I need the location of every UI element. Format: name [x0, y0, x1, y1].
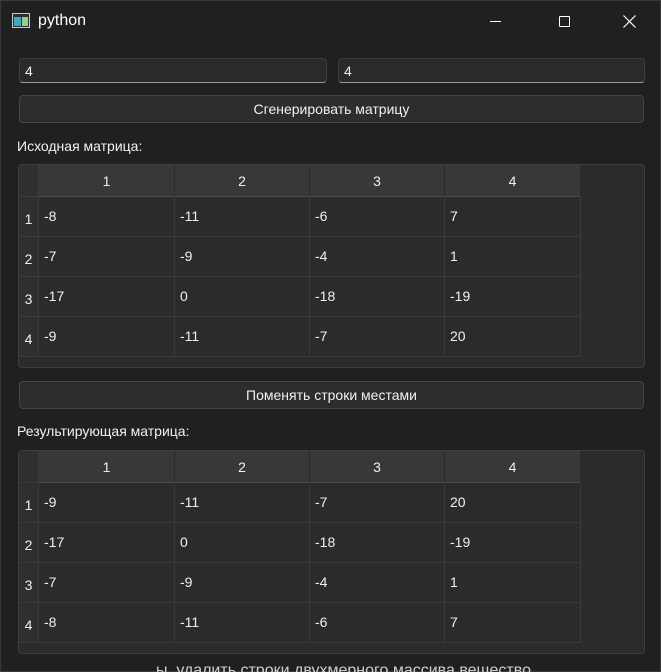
row-header[interactable]: 3 [19, 277, 39, 317]
table-cell[interactable]: -7 [310, 317, 445, 357]
table-cell[interactable]: -11 [175, 483, 310, 523]
title-bar[interactable]: python [1, 1, 660, 41]
table-cell[interactable]: -11 [175, 197, 310, 237]
python-app-icon [12, 13, 30, 28]
table-cell[interactable]: 0 [175, 523, 310, 563]
close-button[interactable] [606, 1, 652, 41]
column-header[interactable]: 4 [445, 451, 581, 483]
maximize-button[interactable] [541, 1, 587, 41]
table-cell[interactable]: -8 [39, 603, 175, 643]
row-header[interactable]: 1 [19, 483, 39, 523]
app-window: python 4 4 Сгенерировать матрицу Исходна… [0, 0, 661, 672]
table-cell[interactable]: -17 [39, 523, 175, 563]
table-cell[interactable]: 7 [445, 603, 581, 643]
minimize-icon [489, 20, 501, 22]
column-header[interactable]: 1 [39, 165, 175, 197]
column-header[interactable]: 1 [39, 451, 175, 483]
table-cell[interactable]: -9 [39, 483, 175, 523]
table-corner[interactable] [19, 165, 39, 197]
row-header[interactable]: 1 [19, 197, 39, 237]
window-title: python [38, 12, 87, 29]
table-cell[interactable]: -7 [39, 563, 175, 603]
rows-input[interactable]: 4 [19, 58, 327, 83]
row-header[interactable]: 4 [19, 603, 39, 643]
table-cell[interactable]: -11 [175, 603, 310, 643]
result-matrix-label: Результирующая матрица: [17, 423, 190, 439]
close-icon [622, 14, 636, 28]
table-cell[interactable]: 1 [445, 563, 581, 603]
column-header[interactable]: 3 [310, 451, 445, 483]
source-matrix-table[interactable]: 1 2 3 4 1 2 3 4 -8 -11 -6 7 -7 -9 -4 1 -… [18, 164, 645, 368]
column-header[interactable]: 4 [445, 165, 581, 197]
row-header[interactable]: 4 [19, 317, 39, 357]
table-cell[interactable]: -6 [310, 197, 445, 237]
table-cell[interactable]: -4 [310, 237, 445, 277]
row-header[interactable]: 2 [19, 237, 39, 277]
source-matrix-label: Исходная матрица: [17, 138, 143, 154]
maximize-icon [558, 15, 570, 27]
table-cell[interactable]: -9 [175, 237, 310, 277]
table-cell[interactable]: -18 [310, 277, 445, 317]
table-cell[interactable]: -17 [39, 277, 175, 317]
table-cell[interactable]: -11 [175, 317, 310, 357]
row-header[interactable]: 3 [19, 563, 39, 603]
table-cell[interactable]: -19 [445, 277, 581, 317]
result-matrix-table[interactable]: 1 2 3 4 1 2 3 4 -9 -11 -7 20 -17 0 -18 -… [18, 450, 645, 654]
table-cell[interactable]: 20 [445, 483, 581, 523]
table-cell[interactable]: -9 [39, 317, 175, 357]
table-cell[interactable]: -4 [310, 563, 445, 603]
minimize-button[interactable] [472, 1, 518, 41]
table-cell[interactable]: -18 [310, 523, 445, 563]
table-cell[interactable]: 1 [445, 237, 581, 277]
column-header[interactable]: 2 [175, 451, 310, 483]
table-cell[interactable]: 20 [445, 317, 581, 357]
table-corner[interactable] [19, 451, 39, 483]
table-cell[interactable]: -6 [310, 603, 445, 643]
background-window-text: …ы, удалить строки двухмерного массива в… [140, 662, 531, 672]
table-cell[interactable]: -7 [39, 237, 175, 277]
generate-matrix-button[interactable]: Сгенерировать матрицу [19, 95, 644, 123]
table-cell[interactable]: -7 [310, 483, 445, 523]
table-cell[interactable]: -9 [175, 563, 310, 603]
columns-input[interactable]: 4 [338, 58, 645, 83]
table-cell[interactable]: -19 [445, 523, 581, 563]
column-header[interactable]: 2 [175, 165, 310, 197]
table-cell[interactable]: -8 [39, 197, 175, 237]
table-cell[interactable]: 0 [175, 277, 310, 317]
swap-rows-button[interactable]: Поменять строки местами [19, 381, 644, 409]
row-header[interactable]: 2 [19, 523, 39, 563]
column-header[interactable]: 3 [310, 165, 445, 197]
table-cell[interactable]: 7 [445, 197, 581, 237]
